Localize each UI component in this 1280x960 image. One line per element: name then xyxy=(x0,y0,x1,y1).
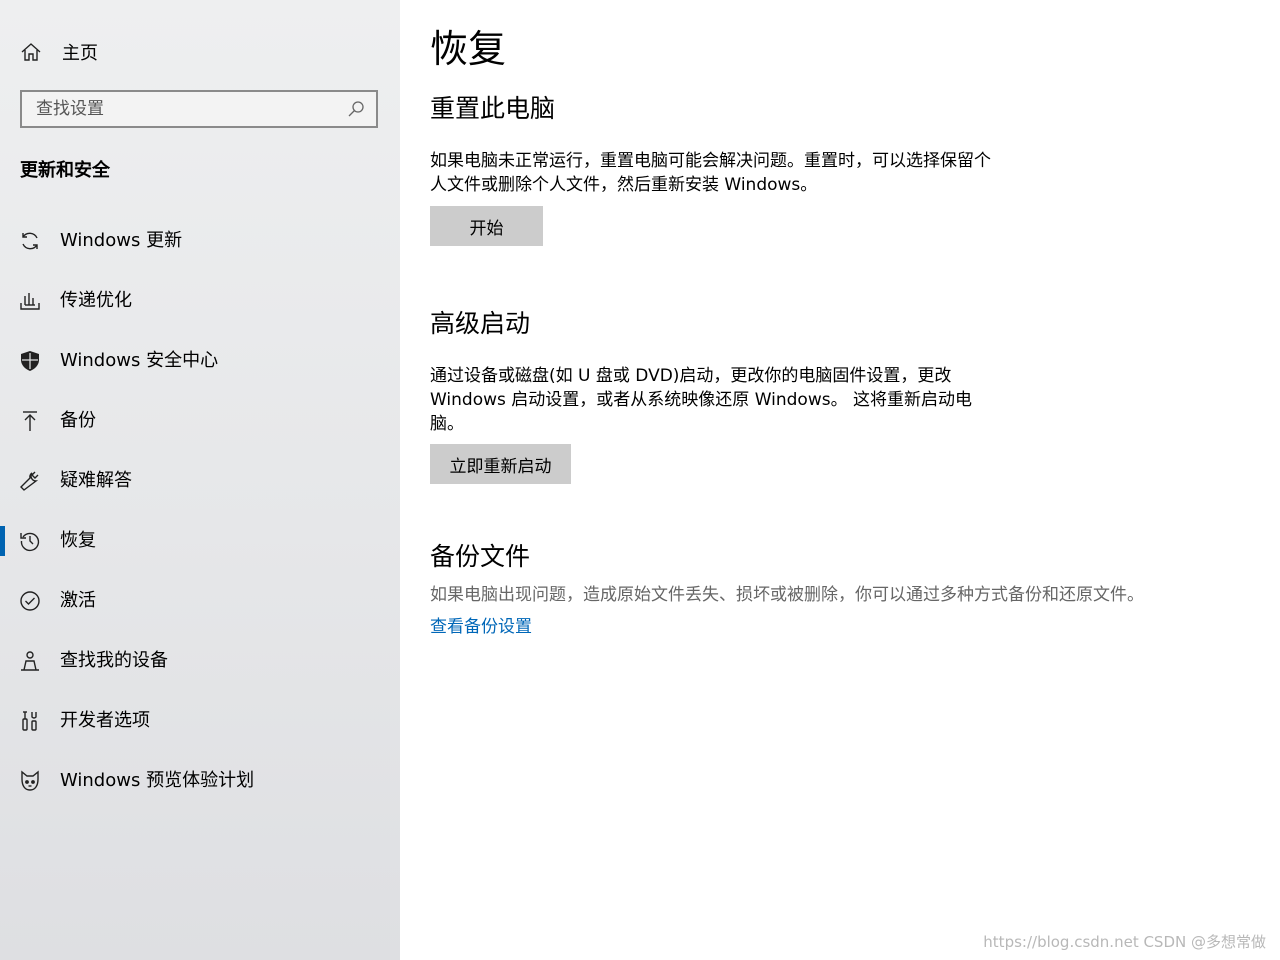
watermark: https://blog.csdn.net CSDN @多想常做 xyxy=(983,933,1266,951)
home-label: 主页 xyxy=(62,43,98,64)
sidebar-item-label: 查找我的设备 xyxy=(60,650,168,671)
section-title: 更新和安全 xyxy=(20,160,110,181)
home-nav-item[interactable]: 主页 xyxy=(20,38,98,66)
sidebar-nav: Windows 更新 传递优化 Windows 安全中心 备份 疑难解答 恢复 … xyxy=(0,211,400,811)
home-icon xyxy=(20,41,42,63)
search-box[interactable] xyxy=(20,90,378,128)
backup-upload-icon xyxy=(19,410,41,432)
view-backup-settings-link[interactable]: 查看备份设置 xyxy=(430,615,532,639)
reset-pc-description: 如果电脑未正常运行，重置电脑可能会解决问题。重置时，可以选择保留个人文件或删除个… xyxy=(430,151,991,195)
sidebar-item-label: 备份 xyxy=(60,410,96,431)
backup-files-description: 如果电脑出现问题，造成原始文件丢失、损坏或被删除，你可以通过多种方式备份和还原文… xyxy=(430,585,1144,605)
sidebar-item-developer-options[interactable]: 开发者选项 xyxy=(0,691,400,751)
search-input[interactable] xyxy=(22,93,346,125)
sidebar-item-windows-insider[interactable]: Windows 预览体验计划 xyxy=(0,751,400,811)
backup-files-heading: 备份文件 xyxy=(430,542,531,571)
sidebar-item-label: 恢复 xyxy=(60,530,96,551)
restart-now-button[interactable]: 立即重新启动 xyxy=(430,444,571,484)
main-content: 恢复 重置此电脑 如果电脑未正常运行，重置电脑可能会解决问题。重置时，可以选择保… xyxy=(400,0,1280,960)
wrench-icon xyxy=(19,470,41,492)
insider-cat-icon xyxy=(19,770,41,792)
sidebar-item-backup[interactable]: 备份 xyxy=(0,391,400,451)
developer-tools-icon xyxy=(19,710,41,732)
advanced-startup-description: 通过设备或磁盘(如 U 盘或 DVD)启动，更改你的电脑固件设置，更改 Wind… xyxy=(430,366,972,434)
sidebar-item-label: 开发者选项 xyxy=(60,710,150,731)
page-title: 恢复 xyxy=(430,27,507,71)
sidebar-item-troubleshoot[interactable]: 疑难解答 xyxy=(0,451,400,511)
history-icon xyxy=(19,530,41,552)
reset-pc-heading: 重置此电脑 xyxy=(430,94,556,123)
delivery-optimization-icon xyxy=(19,290,41,312)
settings-window: 主页 更新和安全 xyxy=(0,0,1280,960)
person-location-icon xyxy=(19,650,41,672)
sidebar-item-label: Windows 更新 xyxy=(60,230,183,251)
advanced-startup-heading: 高级启动 xyxy=(430,309,531,338)
sidebar-item-windows-update[interactable]: Windows 更新 xyxy=(0,211,400,271)
sidebar-item-delivery-optimization[interactable]: 传递优化 xyxy=(0,271,400,331)
sidebar-item-find-my-device[interactable]: 查找我的设备 xyxy=(0,631,400,691)
search-icon[interactable] xyxy=(346,99,366,119)
sidebar-item-label: 传递优化 xyxy=(60,290,132,311)
check-circle-icon xyxy=(19,590,41,612)
sidebar-item-label: 疑难解答 xyxy=(60,470,132,491)
reset-start-button[interactable]: 开始 xyxy=(430,206,543,246)
sidebar-item-recovery[interactable]: 恢复 xyxy=(0,511,400,571)
sync-icon xyxy=(19,230,41,252)
sidebar-item-label: Windows 预览体验计划 xyxy=(60,770,255,791)
sidebar-item-label: 激活 xyxy=(60,590,96,611)
sidebar-item-activation[interactable]: 激活 xyxy=(0,571,400,631)
selected-indicator xyxy=(0,526,5,556)
sidebar-item-windows-security[interactable]: Windows 安全中心 xyxy=(0,331,400,391)
sidebar-item-label: Windows 安全中心 xyxy=(60,350,219,371)
shield-icon xyxy=(19,350,41,372)
sidebar: 主页 更新和安全 xyxy=(0,0,400,960)
